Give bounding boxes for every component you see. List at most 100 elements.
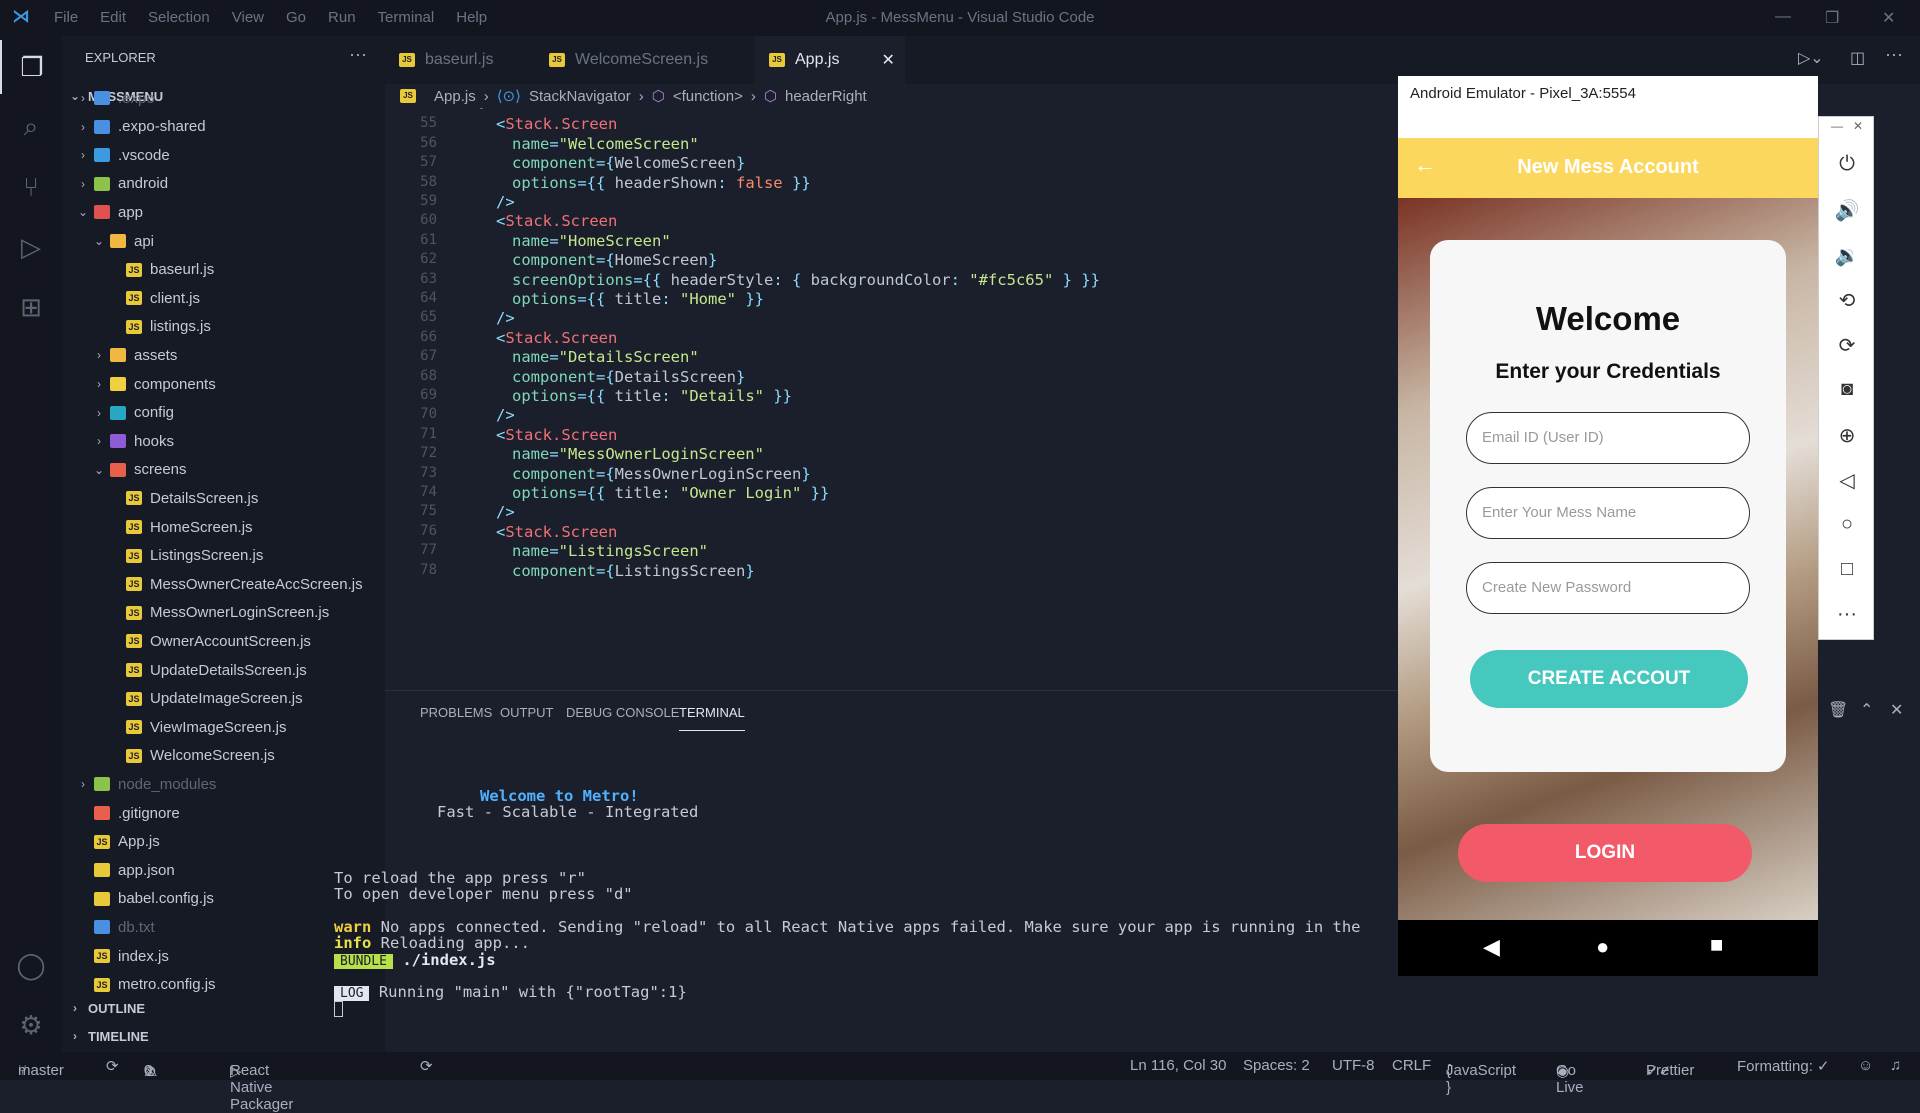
zoom-icon[interactable]: ⊕ [1819,423,1875,448]
nav-recents-icon[interactable]: ■ [1710,932,1723,958]
tree-item[interactable]: JS OwnerAccountScreen.js [62,627,385,655]
tab-baseurl[interactable]: JS baseurl.js [385,36,535,84]
nav-home-icon[interactable]: ● [1596,934,1609,960]
chevron-up-icon[interactable]: ⌃ [1860,700,1873,720]
tree-item[interactable]: › node_modules [62,770,385,798]
close-window-icon[interactable]: ✕ [1882,8,1895,28]
tree-item[interactable]: ⌄ api [62,227,385,255]
code-line: /> [496,503,515,521]
cursor-position[interactable]: Ln 116, Col 30 [1130,1057,1226,1074]
tab-debug-console[interactable]: DEBUG CONSOLE [566,705,679,720]
tree-item[interactable]: JS ViewImageScreen.js [62,713,385,741]
more-actions-icon[interactable]: ··· [1885,44,1903,65]
indentation[interactable]: Spaces: 2 [1243,1057,1310,1074]
close-tab-icon[interactable]: ✕ [881,50,894,70]
tree-item[interactable]: › hooks [62,427,385,455]
tree-item[interactable]: JS ListingsScreen.js [62,542,385,570]
extensions-icon[interactable]: ⊞ [0,280,62,334]
tree-item[interactable]: JS MessOwnerCreateAccScreen.js [62,570,385,598]
tree-item[interactable]: .gitignore [62,799,385,827]
timeline-section[interactable]: › TIMELINE [62,1022,385,1050]
source-control-icon[interactable]: ⑂ [0,160,62,214]
emu-close-icon[interactable]: ✕ [1853,119,1863,133]
back-icon[interactable]: ◁ [1819,468,1875,493]
formatting-status[interactable]: Formatting: ✓ [1737,1057,1830,1075]
chevron-right-icon: › [81,91,85,105]
code-token: ={{ [577,387,615,405]
code-editor[interactable]: 54>55<Stack.Screen56name="WelcomeScreen"… [385,108,1409,690]
tree-item[interactable]: JS WelcomeScreen.js [62,742,385,770]
nav-back-icon[interactable]: ◀ [1483,934,1500,960]
login-button[interactable]: LOGIN [1458,824,1752,882]
email-field[interactable]: Email ID (User ID) [1466,412,1750,464]
tree-item[interactable]: JS MessOwnerLoginScreen.js [62,599,385,627]
terminal-menu-hint: To open developer menu press "d" [334,885,633,903]
account-icon[interactable]: ◯ [0,938,62,992]
camera-icon[interactable]: ◙ [1819,378,1875,401]
tree-item-label: .vscode [118,146,170,164]
more-icon[interactable]: ··· [1819,603,1875,626]
mess-name-field[interactable]: Enter Your Mess Name [1466,487,1750,539]
tree-item[interactable]: › assets [62,341,385,369]
feedback-icon[interactable]: ☺ [1858,1057,1873,1074]
volume-up-icon[interactable]: 🔊 [1819,198,1875,223]
run-debug-icon[interactable]: ▷ [0,220,62,274]
code-line: name="HomeScreen" [512,232,671,250]
tree-item[interactable]: › android [62,170,385,198]
tab-problems[interactable]: PROBLEMS [420,705,492,720]
tree-item[interactable]: › components [62,370,385,398]
tree-item[interactable]: ⌄ app [62,198,385,226]
password-field[interactable]: Create New Password [1466,562,1750,614]
emu-minimize-icon[interactable]: — [1831,119,1843,133]
tree-item[interactable]: JS HomeScreen.js [62,513,385,541]
tree-item[interactable]: JS UpdateDetailsScreen.js [62,656,385,684]
maximize-icon[interactable]: ❐ [1825,8,1839,28]
overview-icon[interactable]: □ [1819,558,1875,581]
code-token: MessOwnerLoginScreen [614,464,802,483]
refresh-icon[interactable]: ⟳ [420,1057,433,1075]
app-header: ← New Mess Account [1398,138,1818,198]
tab-output[interactable]: OUTPUT [500,705,553,720]
rotate-right-icon[interactable]: ⟳ [1819,333,1875,358]
home-icon[interactable]: ○ [1819,513,1875,536]
terminal[interactable]: Welcome to Metro! Fast - Scalable - Inte… [334,741,1409,1053]
bell-icon[interactable]: ♫ [1890,1057,1901,1074]
tab-welcomescreen[interactable]: JS WelcomeScreen.js [535,36,755,84]
chevron-right-icon: › [750,87,756,105]
tree-item[interactable]: JS DetailsScreen.js [62,484,385,512]
run-icon[interactable]: ▷⌄ [1798,48,1824,68]
minimize-icon[interactable]: — [1775,8,1791,26]
tree-item[interactable]: › .expo-shared [62,113,385,141]
breadcrumb-headerright[interactable]: headerRight [785,88,867,105]
tree-item[interactable]: JS baseurl.js [62,256,385,284]
breadcrumb-stacknavigator[interactable]: StackNavigator [529,88,631,105]
explorer-icon[interactable]: ❐ [0,40,62,94]
create-account-button[interactable]: CREATE ACCOUT [1470,650,1748,708]
tab-app-js[interactable]: JS App.js ✕ [755,36,905,84]
tree-item[interactable]: › .expo [62,84,385,112]
tree-item[interactable]: ⌄ screens [62,456,385,484]
tab-terminal[interactable]: TERMINAL [679,705,745,731]
trash-icon[interactable]: 🗑 [1828,700,1848,720]
volume-down-icon[interactable]: 🔉 [1819,243,1875,268]
line-ending[interactable]: CRLF [1392,1057,1431,1074]
settings-gear-icon[interactable]: ⚙ [0,998,62,1052]
explorer-more-button[interactable]: ··· [349,44,367,65]
rotate-left-icon[interactable]: ⟲ [1819,288,1875,313]
tree-item[interactable]: › config [62,399,385,427]
close-panel-icon[interactable]: ✕ [1890,700,1903,720]
tree-item[interactable]: JS listings.js [62,313,385,341]
power-icon[interactable]: ⏻ [1819,153,1875,176]
sync-icon[interactable]: ⟳ [106,1057,119,1075]
tree-item[interactable]: JS client.js [62,284,385,312]
breadcrumb-file[interactable]: App.js [434,88,476,105]
code-token: > [480,108,489,114]
line-number: 56 [420,134,437,151]
tree-item[interactable]: JS UpdateImageScreen.js [62,685,385,713]
search-icon[interactable]: ⌕ [0,100,62,154]
split-editor-icon[interactable]: ◫ [1850,48,1865,68]
tree-item[interactable]: › .vscode [62,141,385,169]
breadcrumb-function[interactable]: <function> [673,88,743,105]
encoding[interactable]: UTF-8 [1332,1057,1375,1074]
tree-item[interactable]: JS App.js [62,828,385,856]
